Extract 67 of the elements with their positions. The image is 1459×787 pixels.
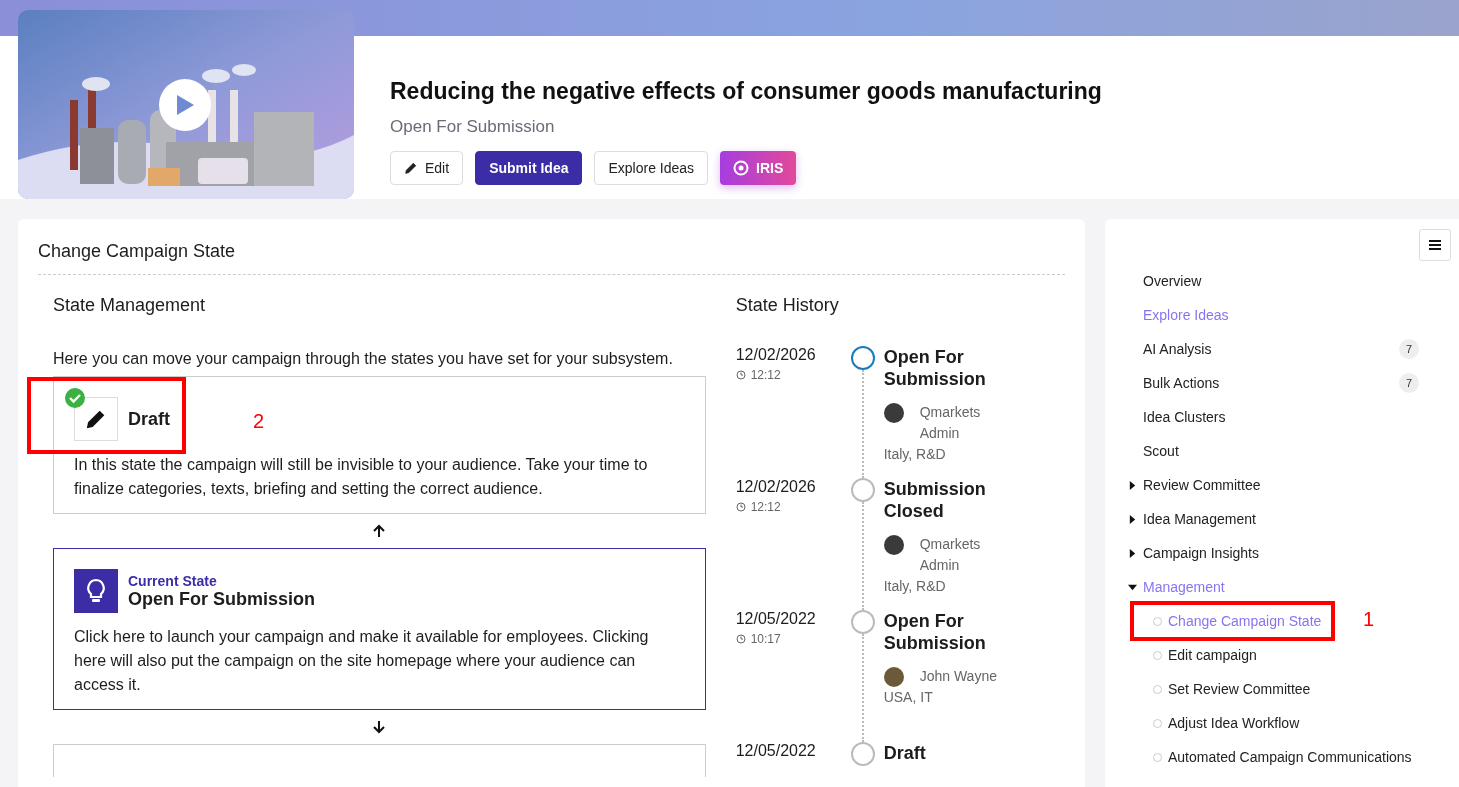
history-state: Open For Submission: [883, 346, 987, 390]
history-state: Open For Submission: [883, 610, 987, 654]
avatar: [883, 535, 904, 555]
pencil-icon: [85, 408, 107, 430]
lightbulb-icon: [85, 578, 107, 604]
clock-icon: [735, 634, 746, 644]
state-card[interactable]: [53, 548, 706, 710]
campaign-title: Reducing the negative effects of consumer goods manufacturing: [390, 78, 1102, 105]
history-date: 12/02/2026: [735, 346, 817, 364]
sidebar-item[interactable]: AI Analysis 7: [1143, 332, 1451, 366]
sidebar-item[interactable]: Idea Management: [1143, 502, 1451, 536]
sidebar-item[interactable]: Overview: [1143, 264, 1451, 298]
intro-text: Here you can move your campaign through the states you have set for your subsystem.: [53, 350, 674, 368]
history-date: 12/02/2026: [735, 478, 817, 496]
history-date: 12/05/2022: [735, 742, 817, 760]
pencil-icon: [404, 161, 418, 175]
sidebar-subitem[interactable]: Set Review Committee: [1153, 672, 1311, 706]
sidebar-subitem[interactable]: Automated Campaign Communications: [1153, 740, 1412, 774]
sidebar-item[interactable]: Management: [1143, 570, 1451, 604]
user-name: John Wayne: [919, 667, 998, 686]
annotation-number: 1: [1363, 608, 1375, 631]
sidebar-item[interactable]: Scout: [1143, 434, 1451, 468]
sidebar-subitem[interactable]: Adjust Idea Workflow: [1153, 706, 1300, 740]
down-arrow-icon: [373, 720, 386, 734]
edit-button[interactable]: Edit: [390, 151, 464, 185]
history-time: 12:12: [750, 500, 781, 514]
sidebar-item[interactable]: Explore Ideas: [1143, 298, 1451, 332]
sidebar-subitem[interactable]: Edit campaign: [1153, 638, 1257, 672]
section-heading: State Management: [53, 295, 207, 316]
user-location: Italy, R&D: [883, 578, 947, 594]
count-badge: 7: [1399, 339, 1419, 359]
avatar: [883, 667, 904, 687]
history-state: Draft: [883, 742, 927, 764]
up-arrow-icon: [373, 524, 386, 538]
state-name: Draft: [128, 408, 170, 430]
submit-button[interactable]: Submit Idea: [475, 151, 583, 185]
history-time: 12:12: [750, 368, 781, 382]
state-name: Open For Submission: [128, 588, 315, 610]
panel-title: Change Campaign State: [38, 239, 1065, 275]
history-time: 10:17: [750, 632, 781, 646]
clock-icon: [735, 370, 746, 380]
sidebar-item[interactable]: Review Committee: [1143, 468, 1451, 502]
state-label: Current State: [128, 572, 218, 589]
user-name: Qmarkets Admin: [919, 535, 982, 575]
sidebar-item[interactable]: Bulk Actions 7: [1143, 366, 1451, 400]
state-description: Click here to launch your campaign and make it available for employees. Clicking here will also put the campaign on the site homepage where your audience can access it.: [74, 627, 650, 695]
menu-icon: [1429, 240, 1441, 250]
explore-button[interactable]: Explore Ideas: [594, 151, 709, 185]
menu-button[interactable]: [1419, 229, 1451, 261]
state-description: In this state the campaign will still be invisible to your audience. Take your time to finalize categories, texts, briefing and setting the correct audience.: [74, 455, 649, 499]
clock-icon: [735, 502, 746, 512]
campaign-status: Open For Submission: [390, 117, 556, 137]
avatar: [883, 403, 904, 423]
section-heading: State History: [735, 295, 840, 316]
sidebar-item[interactable]: Idea Clusters: [1143, 400, 1451, 434]
history-state: Submission Closed: [883, 478, 987, 522]
user-name: Qmarkets Admin: [919, 403, 982, 443]
play-icon: [174, 93, 196, 117]
count-badge: 7: [1399, 373, 1419, 393]
target-icon: [733, 160, 750, 176]
assistant-button[interactable]: IRIS: [720, 151, 797, 185]
sidebar-item[interactable]: Campaign Insights: [1143, 536, 1451, 570]
sidebar-subitem[interactable]: Change Campaign State: [1153, 604, 1322, 638]
annotation-number: 2: [253, 410, 265, 433]
user-location: USA, IT: [883, 689, 934, 705]
history-date: 12/05/2022: [735, 610, 817, 628]
user-location: Italy, R&D: [883, 446, 947, 462]
